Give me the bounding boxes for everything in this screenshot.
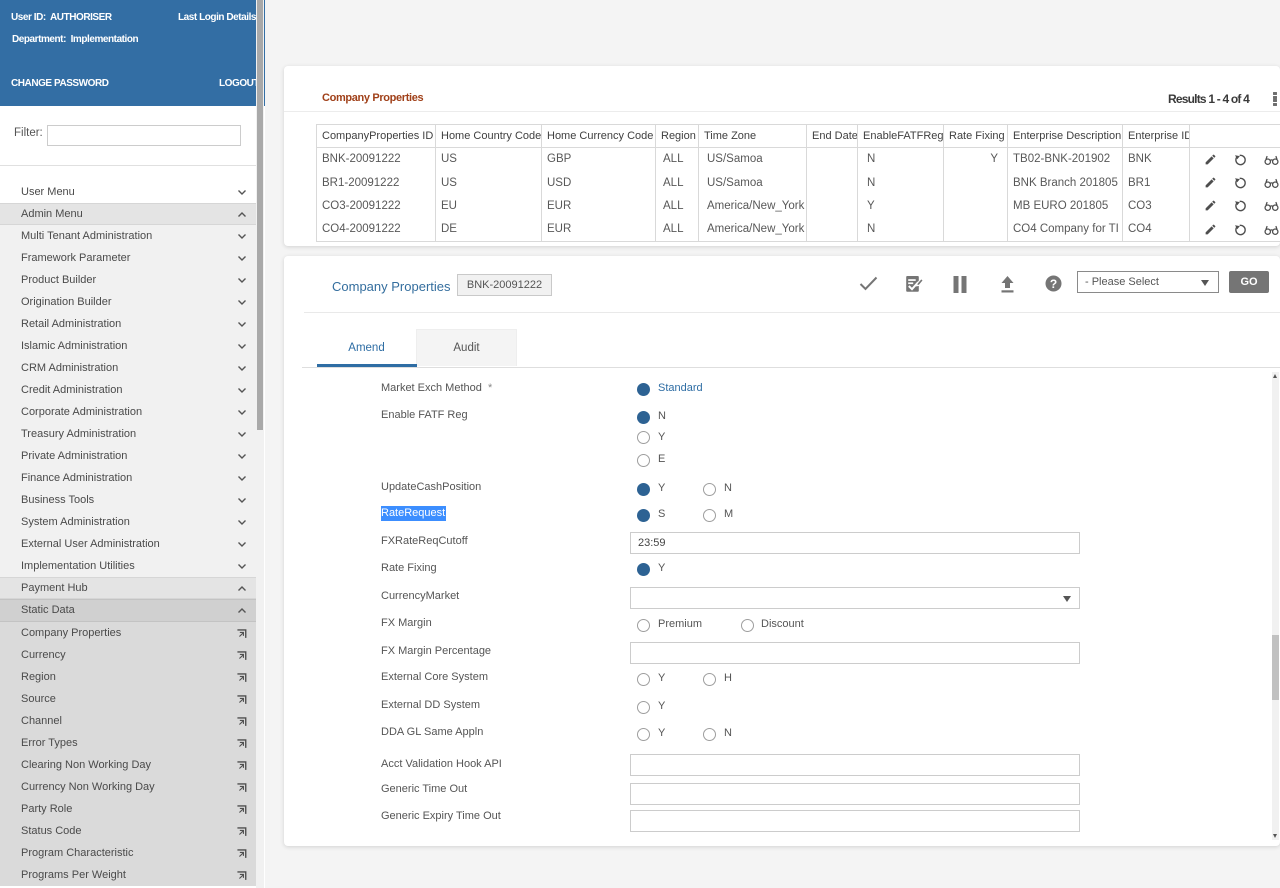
svg-text:?: ? [1050, 277, 1057, 291]
